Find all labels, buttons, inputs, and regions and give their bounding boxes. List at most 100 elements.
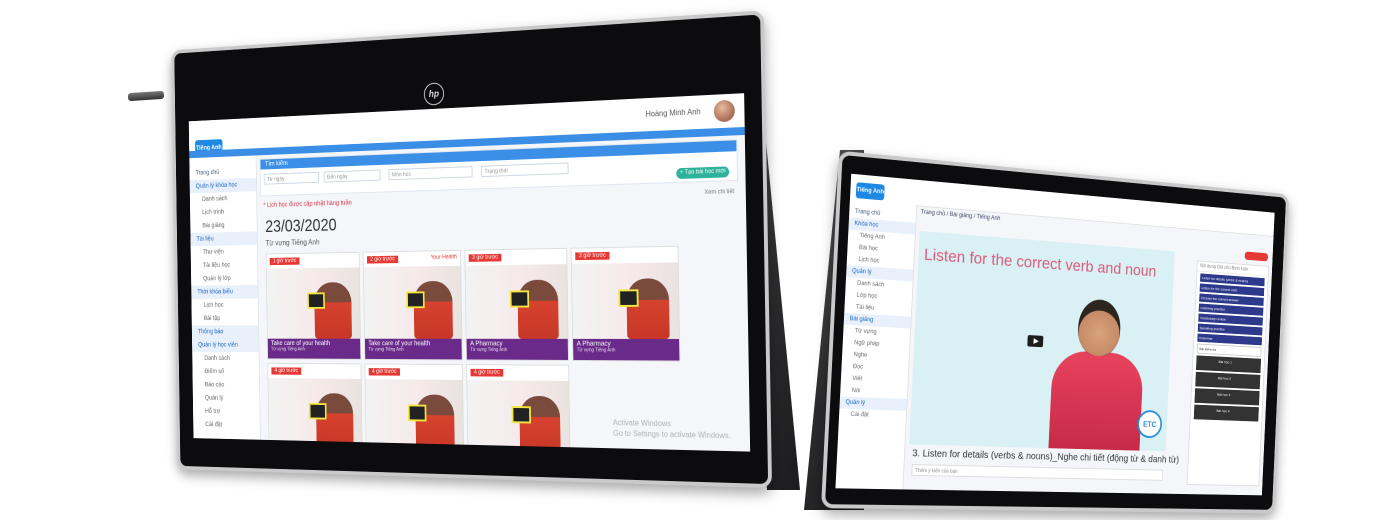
sidebar-item[interactable]: Quản lý học viên bbox=[192, 338, 259, 353]
presenter-image bbox=[519, 395, 561, 452]
time-tag: 3 giờ trước bbox=[575, 251, 610, 261]
panel-video-item[interactable]: Bài học 4 bbox=[1193, 404, 1259, 422]
sidebar-item[interactable]: Thời khóa biểu bbox=[191, 285, 258, 299]
play-icon[interactable] bbox=[1027, 335, 1044, 348]
panel-video-item[interactable]: Bài học 3 bbox=[1194, 388, 1260, 406]
time-tag: 4 giờ trước bbox=[470, 368, 504, 377]
presenter-image bbox=[415, 394, 455, 452]
lesson-thumbnail bbox=[467, 380, 570, 452]
sidebar-item[interactable]: Quản lý bbox=[193, 391, 260, 405]
from-date-field[interactable]: Từ ngày bbox=[263, 171, 320, 185]
lesson-card[interactable]: 1 giờ trước Take care of your health Từ vự… bbox=[265, 251, 362, 360]
presenter-image bbox=[517, 279, 559, 339]
action-button[interactable] bbox=[1244, 251, 1269, 262]
panel-video-item[interactable]: Bài học 2 bbox=[1195, 371, 1261, 390]
presenter-image bbox=[626, 278, 670, 339]
lesson-thumbnail bbox=[266, 267, 361, 339]
lesson-card[interactable]: 4 giờ trước bbox=[267, 362, 363, 452]
time-tag: 4 giờ trước bbox=[368, 368, 400, 376]
sidebar-item[interactable]: Danh sách bbox=[192, 352, 259, 366]
card-caption bbox=[269, 448, 363, 452]
card-caption: A Pharmacy Từ vựng Tiếng Anh bbox=[466, 338, 569, 360]
lesson-thumbnail bbox=[268, 378, 362, 451]
lesson-card[interactable]: 2 giờ trước Your Health Take care of your … bbox=[362, 249, 463, 361]
time-tag: 4 giờ trước bbox=[271, 367, 302, 375]
lesson-card[interactable]: 3 giờ trước A Pharmacy Từ vựng Tiếng Anh bbox=[570, 245, 681, 362]
time-tag: 3 giờ trước bbox=[468, 253, 502, 262]
view-details-link[interactable]: Xem chi tiết bbox=[704, 185, 734, 200]
lesson-card[interactable]: 4 giờ trước bbox=[364, 363, 465, 452]
left-screen: Hoàng Minh Anh Tiếng Anh Trang chủ Quản l… bbox=[188, 93, 751, 452]
play-icon[interactable] bbox=[307, 291, 325, 309]
right-laptop: hp Tiếng Anh Trang chủKhóa họcTiếng AnhB… bbox=[800, 0, 1378, 520]
sidebar-item[interactable]: Báo cáo bbox=[193, 378, 260, 392]
panel-video-label: Bài học 1 bbox=[1218, 359, 1232, 365]
lesson-title: 3. Listen for details (verbs & nouns)_Ng… bbox=[912, 448, 1180, 466]
play-icon[interactable] bbox=[308, 402, 327, 420]
date-subtitle: Từ vựng Tiếng Anh bbox=[265, 238, 320, 248]
card-meta bbox=[273, 450, 359, 452]
lesson-panel: Nội dung Ghi chú Bình luận Listen for de… bbox=[1186, 260, 1270, 487]
user-name[interactable]: Hoàng Minh Anh bbox=[645, 107, 700, 118]
card-header: Your Health bbox=[430, 254, 457, 261]
card-meta: Từ vựng Tiếng Anh bbox=[576, 347, 616, 354]
presenter-image bbox=[315, 393, 354, 451]
presenter-figure bbox=[1043, 296, 1151, 451]
panel-list: Listen for details (verbs & nouns) Listen… bbox=[1194, 273, 1268, 357]
panel-video-label: Bài học 2 bbox=[1217, 375, 1232, 381]
card-meta: Từ vựng Tiếng Anh bbox=[368, 346, 404, 353]
card-meta: Từ vựng Tiếng Anh bbox=[271, 346, 305, 353]
date-heading: 23/03/2020 bbox=[265, 215, 337, 236]
panel-video-item[interactable]: Bài học 1 bbox=[1195, 355, 1262, 374]
play-icon[interactable] bbox=[509, 289, 530, 308]
hp-logo-icon: hp bbox=[423, 82, 445, 106]
video-player[interactable]: Listen for the correct verb and noun ETC bbox=[909, 231, 1175, 452]
left-hinge bbox=[127, 90, 165, 102]
lesson-card[interactable]: 4 giờ trước bbox=[466, 364, 571, 452]
time-tag: 1 giờ trước bbox=[269, 257, 300, 266]
sidebar: Trang chủ Khóa học Tiếng Anh Bài học Lịch họ… bbox=[835, 199, 918, 490]
sidebar-item[interactable]: Thư viện bbox=[191, 245, 258, 260]
sidebar-item[interactable]: Thông báo bbox=[191, 325, 259, 339]
presenter-head bbox=[1076, 298, 1122, 357]
lesson-thumbnail bbox=[465, 264, 568, 339]
sidebar-item[interactable]: Cài đặt bbox=[193, 418, 260, 433]
sidebar: Trang chủ Quản lý khóa học Danh sách Lịch t… bbox=[189, 155, 261, 440]
panel-video-label: Bài học 3 bbox=[1217, 391, 1231, 398]
status-select[interactable]: Trạng thái bbox=[480, 162, 569, 178]
play-icon[interactable] bbox=[618, 288, 639, 307]
presenter-image bbox=[314, 282, 352, 339]
card-caption bbox=[366, 450, 464, 452]
sidebar-item[interactable]: Tài liệu bbox=[190, 231, 258, 247]
time-tag: 2 giờ trước bbox=[366, 255, 399, 264]
activate-windows-watermark: Activate Windows Go to Settings to activ… bbox=[613, 417, 731, 441]
lesson-thumbnail bbox=[365, 379, 464, 452]
presenter-image bbox=[413, 280, 454, 339]
lesson-thumbnail bbox=[571, 262, 680, 339]
sidebar-item[interactable]: Hỗ trợ bbox=[193, 405, 260, 420]
card-caption: A Pharmacy Từ vựng Tiếng Anh bbox=[573, 338, 680, 361]
avatar[interactable] bbox=[713, 99, 735, 123]
play-icon[interactable] bbox=[511, 405, 532, 424]
lesson-card[interactable]: 3 giờ trước A Pharmacy Từ vựng Tiếng Anh bbox=[464, 247, 569, 361]
sidebar-item[interactable]: Tài liệu học bbox=[191, 258, 258, 272]
sidebar-item[interactable]: Cài đặt bbox=[839, 408, 906, 422]
card-meta: Từ vựng Tiếng Anh bbox=[470, 347, 508, 354]
play-icon[interactable] bbox=[406, 290, 425, 308]
right-screen: Tiếng Anh Trang chủ Khóa học Tiếng Anh Bài … bbox=[835, 173, 1275, 496]
play-icon[interactable] bbox=[407, 404, 427, 422]
sidebar-item[interactable]: Quản lý lớp bbox=[191, 272, 258, 286]
card-caption: Take care of your health Từ vựng Tiếng An… bbox=[267, 338, 361, 359]
to-date-field[interactable]: Đến ngày bbox=[323, 169, 381, 183]
subject-select[interactable]: Môn học bbox=[388, 166, 473, 181]
left-bezel: hp Hoàng Minh Anh Tiếng Anh Trang chủ Quả… bbox=[171, 10, 773, 489]
card-caption: Take care of your health Từ vựng Tiếng An… bbox=[364, 338, 462, 360]
sidebar-item[interactable]: Bài tập bbox=[192, 312, 259, 326]
comment-input[interactable]: Thêm ý kiến của bạn bbox=[911, 464, 1164, 481]
card-title bbox=[273, 450, 359, 452]
panel-videos: Bài học 1 Bài học 2 Bài học 3 Bài học 4 bbox=[1191, 355, 1265, 422]
brand-logo[interactable]: Tiếng Anh bbox=[855, 182, 885, 201]
create-lesson-button[interactable]: + Tạo bài học mới bbox=[676, 166, 730, 180]
sidebar-item[interactable]: Lịch học bbox=[191, 298, 258, 312]
sidebar-item[interactable]: Điểm số bbox=[192, 365, 259, 379]
